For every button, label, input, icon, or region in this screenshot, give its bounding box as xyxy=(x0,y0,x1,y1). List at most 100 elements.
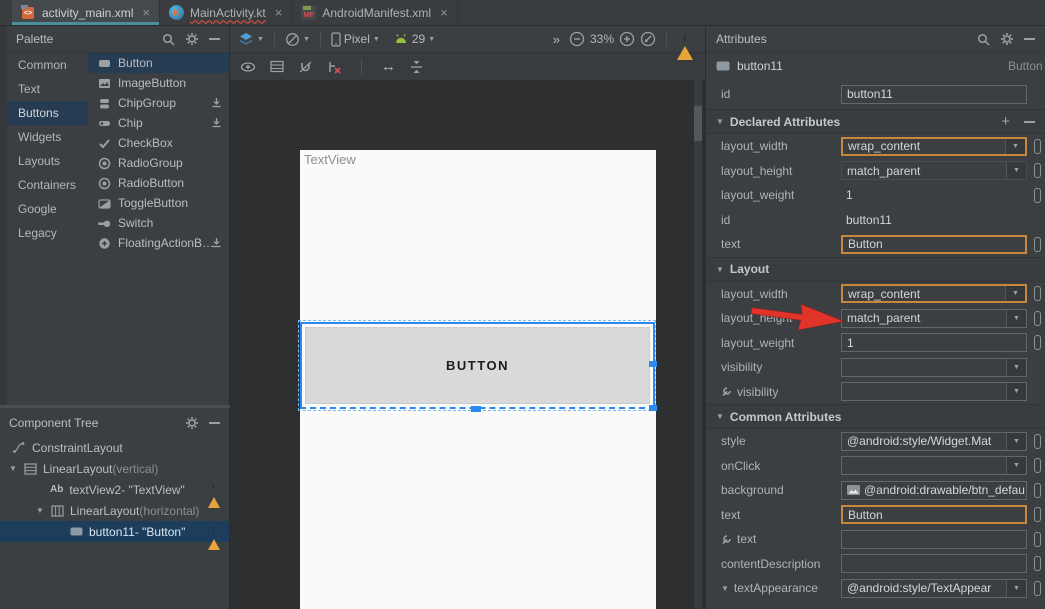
id-input[interactable]: button11 xyxy=(841,85,1027,104)
chevron-down-icon[interactable]: ▼ xyxy=(1006,359,1026,376)
hide-panel-icon[interactable] xyxy=(209,422,220,424)
palette-item-radiobutton[interactable]: RadioButton xyxy=(88,173,229,193)
canvas-textview[interactable]: TextView xyxy=(304,152,356,167)
warnings-button[interactable] xyxy=(677,32,693,46)
api-level-selector[interactable]: 29 ▼ xyxy=(393,32,435,46)
chevron-down-icon[interactable]: ▼ xyxy=(1005,139,1025,154)
chevron-down-icon[interactable]: ▼ xyxy=(35,506,45,515)
palette-category-layouts[interactable]: Layouts xyxy=(7,149,88,173)
toolbar-overflow-icon[interactable]: » xyxy=(553,32,560,47)
remove-attribute-icon[interactable] xyxy=(1024,121,1035,123)
view-options-icon[interactable] xyxy=(240,61,256,73)
palette-item-chipgroup[interactable]: ChipGroup xyxy=(88,93,229,113)
tab-mainactivity-kt[interactable]: K MainActivity.kt × xyxy=(160,0,292,25)
layout-weight-value[interactable]: 1 xyxy=(841,186,1027,205)
chevron-down-icon[interactable]: ▼ xyxy=(1006,433,1026,450)
tab-activity-main-xml[interactable]: <> activity_main.xml × xyxy=(12,0,160,25)
close-icon[interactable]: × xyxy=(440,6,448,19)
gear-icon[interactable] xyxy=(185,416,199,430)
orientation-selector[interactable]: ▼ xyxy=(285,32,310,47)
palette-item-checkbox[interactable]: CheckBox xyxy=(88,133,229,153)
resource-flag-icon[interactable] xyxy=(1034,483,1041,498)
palette-item-radiogroup[interactable]: RadioGroup xyxy=(88,153,229,173)
zoom-in-icon[interactable] xyxy=(619,31,635,47)
add-attribute-icon[interactable]: + xyxy=(1001,113,1010,130)
text-input[interactable]: Button xyxy=(841,505,1027,524)
gear-icon[interactable] xyxy=(185,32,199,46)
search-icon[interactable] xyxy=(162,33,175,46)
palette-item-switch[interactable]: Switch xyxy=(88,213,229,233)
section-common-attributes[interactable]: ▼ Common Attributes xyxy=(706,404,1045,429)
search-icon[interactable] xyxy=(977,33,990,46)
visibility-dropdown[interactable]: ▼ xyxy=(841,358,1027,377)
chevron-down-icon[interactable]: ▼ xyxy=(1006,383,1026,400)
resource-flag-icon[interactable] xyxy=(1034,237,1041,252)
layout-height-dropdown[interactable]: match_parent▼ xyxy=(841,309,1027,328)
section-declared-attributes[interactable]: ▼ Declared Attributes + xyxy=(706,109,1045,134)
resource-flag-icon[interactable] xyxy=(1034,458,1041,473)
resize-handle-bottom[interactable] xyxy=(471,406,481,412)
resource-flag-icon[interactable] xyxy=(1034,335,1041,350)
onclick-dropdown[interactable]: ▼ xyxy=(841,456,1027,475)
resource-flag-icon[interactable] xyxy=(1034,507,1041,522)
infer-constraints-icon[interactable]: ↔ xyxy=(381,58,396,75)
select-layout-variant-icon[interactable] xyxy=(270,60,284,73)
tools-text-input[interactable] xyxy=(841,530,1027,549)
palette-category-containers[interactable]: Containers xyxy=(7,173,88,197)
resource-flag-icon[interactable] xyxy=(1034,139,1041,154)
layout-width-dropdown[interactable]: wrap_content▼ xyxy=(841,284,1027,303)
chevron-down-icon[interactable]: ▼ xyxy=(1006,310,1026,327)
design-scrollbar[interactable] xyxy=(694,80,702,609)
resize-handle-corner[interactable] xyxy=(649,405,657,411)
palette-category-text[interactable]: Text xyxy=(7,77,88,101)
tab-androidmanifest-xml[interactable]: MF AndroidManifest.xml × xyxy=(292,0,457,25)
resource-flag-icon[interactable] xyxy=(1034,434,1041,449)
background-input[interactable]: @android:drawable/btn_defau xyxy=(841,481,1027,500)
textappearance-dropdown[interactable]: @android:style/TextAppear▼ xyxy=(841,579,1027,598)
layout-height-dropdown[interactable]: match_parent▼ xyxy=(841,161,1027,180)
palette-item-floatingactionbutton[interactable]: FloatingActionB… xyxy=(88,233,229,253)
resource-flag-icon[interactable] xyxy=(1034,286,1041,301)
layout-width-dropdown[interactable]: wrap_content▼ xyxy=(841,137,1027,156)
tree-item-linearlayout-horizontal[interactable]: ▼ LinearLayout(horizontal) xyxy=(0,500,229,521)
pack-distribute-icon[interactable] xyxy=(410,60,423,74)
chevron-down-icon[interactable]: ▼ xyxy=(1005,286,1025,301)
hide-panel-icon[interactable] xyxy=(1024,38,1035,40)
tree-item-linearlayout-vertical[interactable]: ▼ LinearLayout(vertical) xyxy=(0,458,229,479)
tree-item-textview2[interactable]: Ab textView2- "TextView" xyxy=(0,479,229,500)
chevron-down-icon[interactable]: ▼ xyxy=(721,584,729,593)
close-icon[interactable]: × xyxy=(275,6,283,19)
palette-category-common[interactable]: Common xyxy=(7,53,88,77)
style-dropdown[interactable]: @android:style/Widget.Mat▼ xyxy=(841,432,1027,451)
tree-item-button11[interactable]: button11- "Button" xyxy=(0,521,229,542)
resource-flag-icon[interactable] xyxy=(1034,532,1041,547)
resource-flag-icon[interactable] xyxy=(1034,311,1041,326)
hide-panel-icon[interactable] xyxy=(209,38,220,40)
chevron-down-icon[interactable]: ▼ xyxy=(1006,162,1026,179)
layout-weight-input[interactable]: 1 xyxy=(841,333,1027,352)
id-value[interactable]: button11 xyxy=(841,210,1027,229)
resource-flag-icon[interactable] xyxy=(1034,188,1041,203)
resource-flag-icon[interactable] xyxy=(1034,163,1041,178)
palette-category-google[interactable]: Google xyxy=(7,197,88,221)
text-input[interactable]: Button xyxy=(841,235,1027,254)
palette-item-togglebutton[interactable]: ToggleButton xyxy=(88,193,229,213)
resize-handle-right[interactable] xyxy=(649,361,657,367)
device-selector[interactable]: Pixel ▼ xyxy=(331,32,380,47)
content-description-input[interactable] xyxy=(841,554,1027,573)
download-icon[interactable] xyxy=(211,97,222,108)
tree-item-constraintlayout[interactable]: ConstraintLayout xyxy=(0,437,229,458)
chevron-down-icon[interactable]: ▼ xyxy=(8,464,18,473)
resource-flag-icon[interactable] xyxy=(1034,556,1041,571)
design-mode-selector[interactable]: ▼ xyxy=(238,32,264,46)
section-layout[interactable]: ▼ Layout xyxy=(706,257,1045,282)
clear-constraints-icon[interactable] xyxy=(327,60,342,74)
canvas-button[interactable]: BUTTON xyxy=(305,327,650,404)
zoom-to-fit-icon[interactable] xyxy=(640,31,656,47)
gear-icon[interactable] xyxy=(1000,32,1014,46)
download-icon[interactable] xyxy=(211,237,222,248)
resource-flag-icon[interactable] xyxy=(1034,581,1041,596)
palette-category-widgets[interactable]: Widgets xyxy=(7,125,88,149)
palette-category-legacy[interactable]: Legacy xyxy=(7,221,88,245)
palette-item-imagebutton[interactable]: ImageButton xyxy=(88,73,229,93)
